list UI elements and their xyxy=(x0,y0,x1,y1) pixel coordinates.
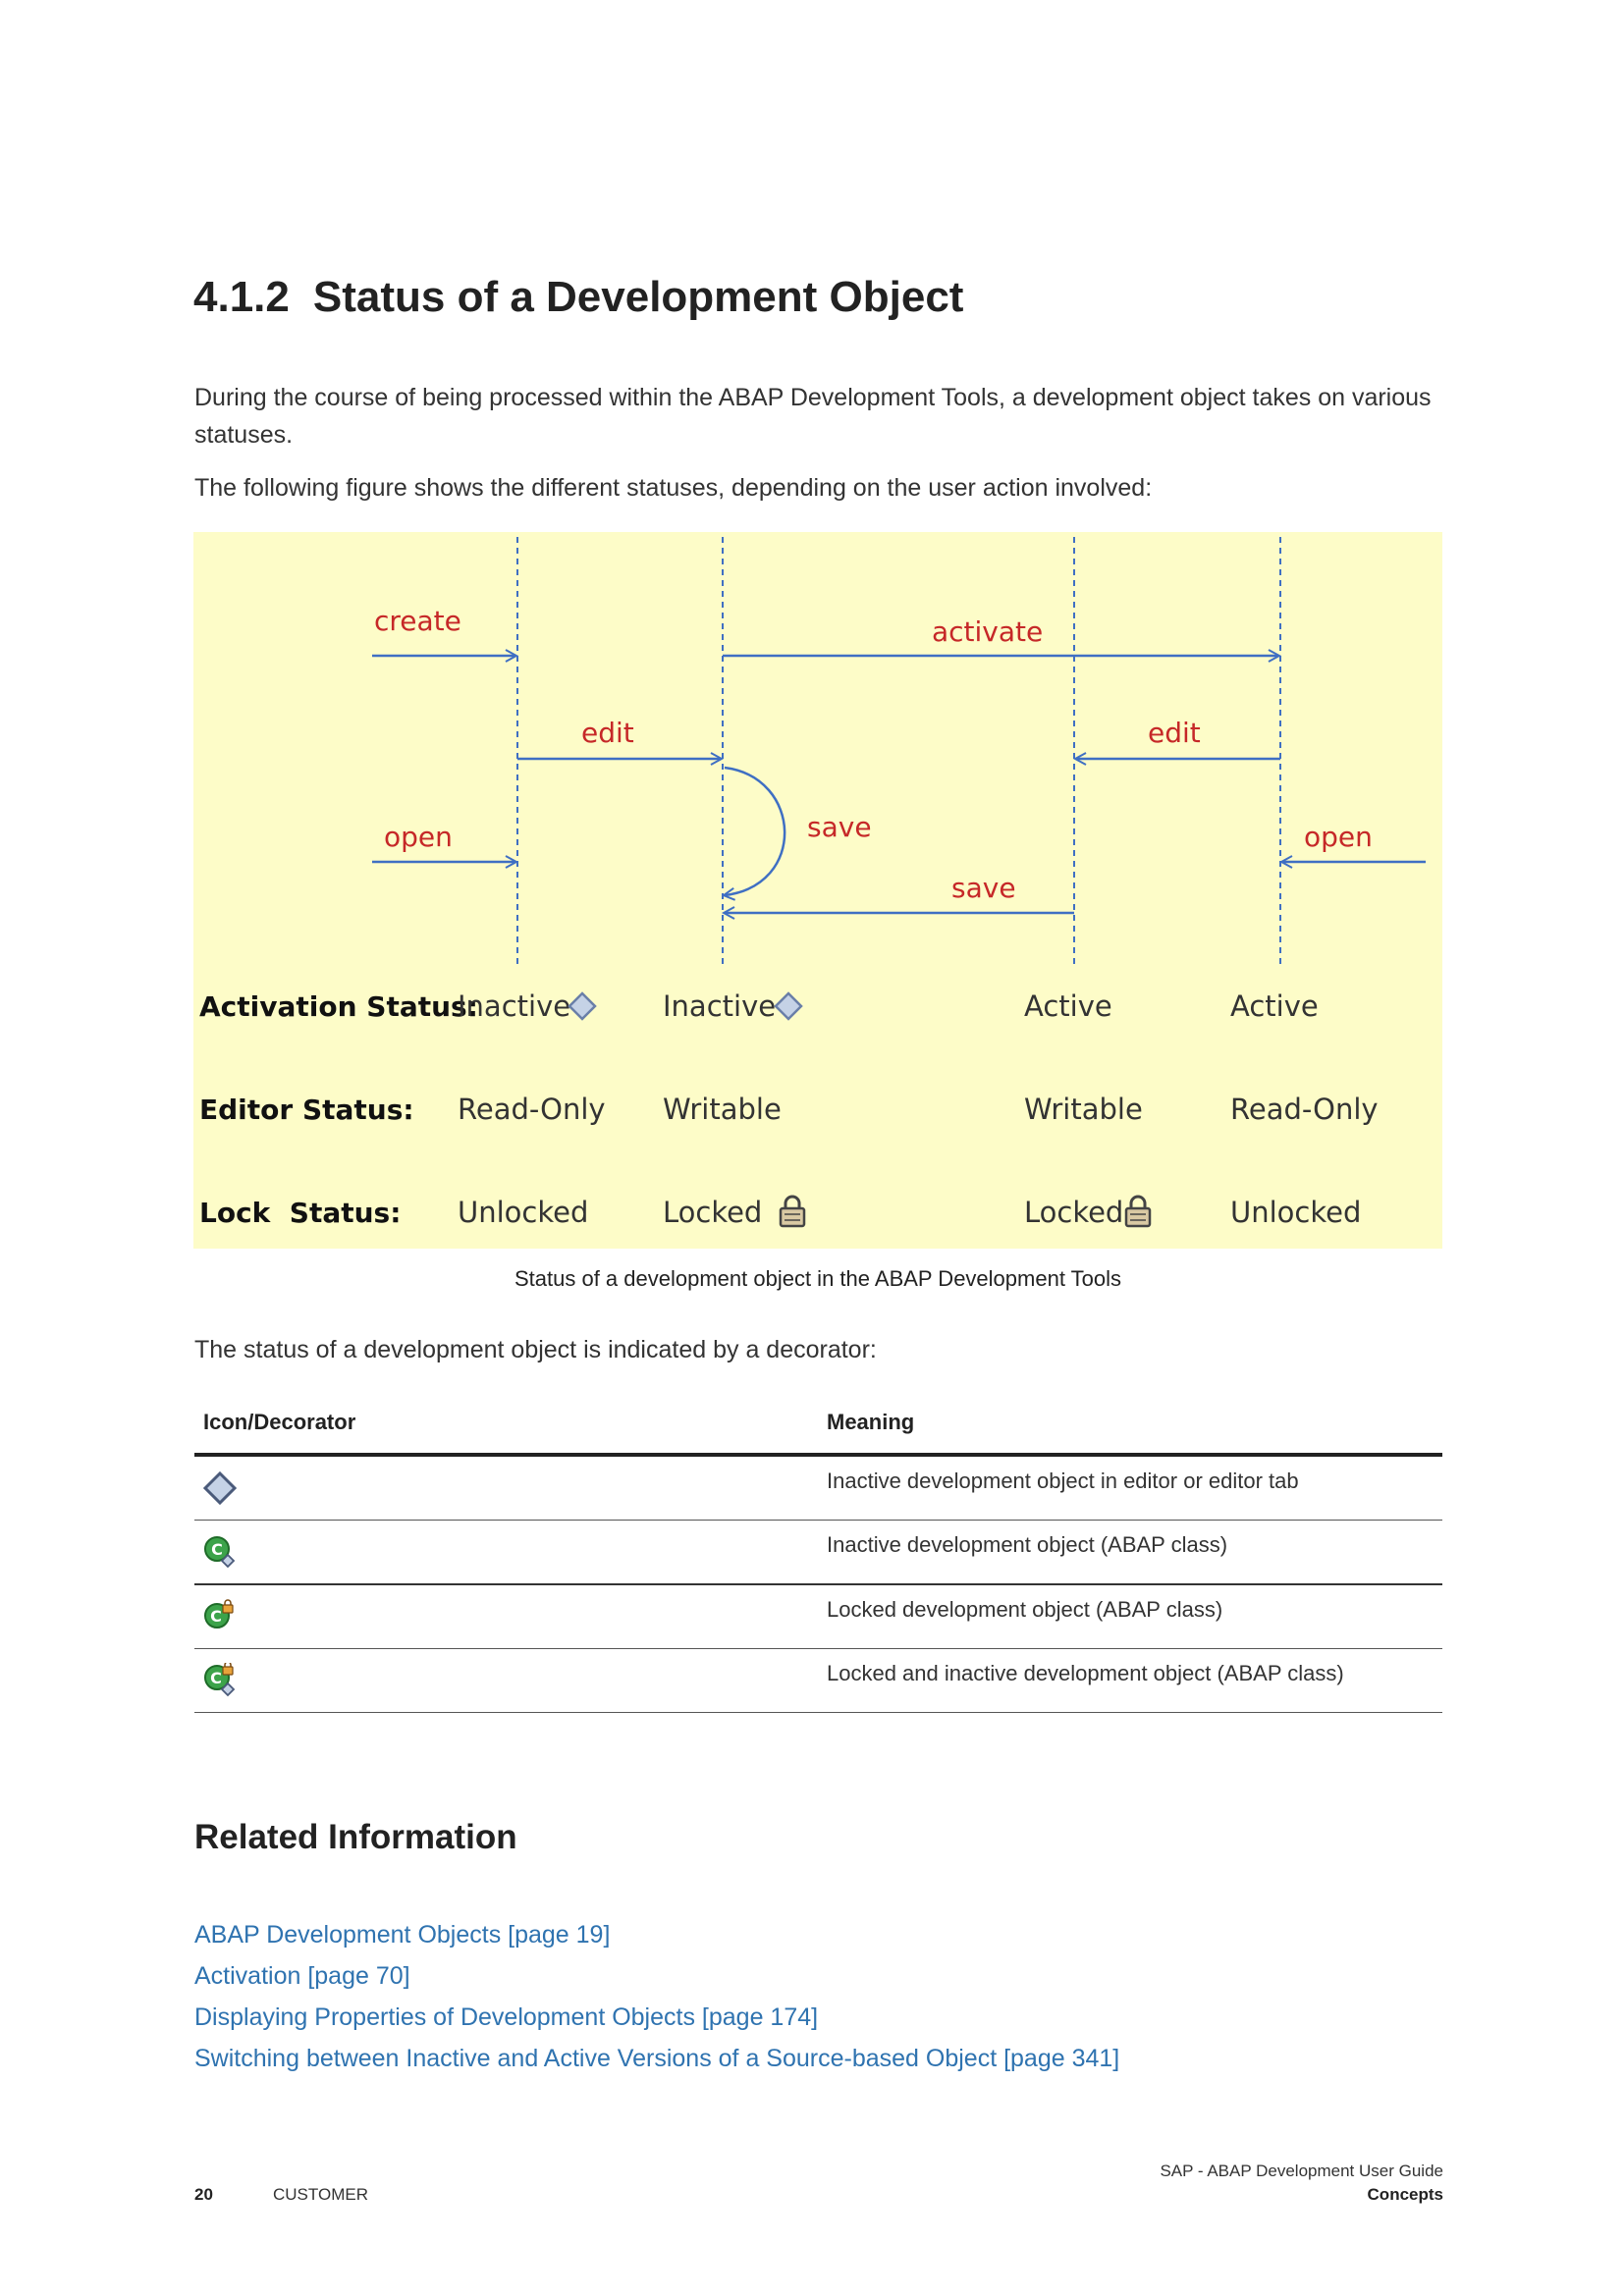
action-activate: activate xyxy=(932,615,1043,648)
section-number: 4.1.2 xyxy=(193,273,290,321)
section-heading: 4.1.2 Status of a Development Object xyxy=(193,273,963,322)
row-meaning: Locked and inactive development object (… xyxy=(827,1661,1344,1685)
column-header-meaning: Meaning xyxy=(827,1410,915,1434)
lock-status-label: Lock Status: xyxy=(199,1197,401,1229)
table-header-row: Icon/Decorator Meaning xyxy=(194,1404,1442,1457)
activation-status-2: Inactive xyxy=(663,989,776,1023)
lock-status-4: Unlocked xyxy=(1230,1196,1361,1229)
inactive-diamond-icon xyxy=(774,991,803,1021)
decorator-intro-paragraph: The status of a development object is in… xyxy=(194,1336,877,1363)
abap-class-inactive-icon: C xyxy=(204,1536,236,1569)
action-save-2: save xyxy=(951,872,1016,904)
action-edit-2: edit xyxy=(1148,717,1201,749)
editor-status-label: Editor Status: xyxy=(199,1094,414,1126)
link-displaying-properties[interactable]: Displaying Properties of Development Obj… xyxy=(194,1997,1119,2038)
action-open-2: open xyxy=(1304,821,1373,853)
classification-label: CUSTOMER xyxy=(273,2185,368,2204)
row-meaning: Inactive development object in editor or… xyxy=(827,1468,1299,1493)
table-row: C Locked development object (ABAP class) xyxy=(194,1585,1442,1649)
link-abap-development-objects[interactable]: ABAP Development Objects [page 19] xyxy=(194,1914,1119,1955)
activation-status-label: Activation Status: xyxy=(199,990,478,1023)
lock-icon xyxy=(779,1195,806,1228)
page-number: 20 xyxy=(194,2185,213,2204)
inactive-diamond-icon xyxy=(568,991,597,1021)
row-meaning: Inactive development object (ABAP class) xyxy=(827,1532,1228,1557)
figure-intro-paragraph: The following figure shows the different… xyxy=(194,474,1153,502)
action-edit-1: edit xyxy=(581,717,634,749)
abap-class-locked-inactive-icon: C xyxy=(204,1663,236,1697)
lock-status-2: Locked xyxy=(663,1196,762,1229)
abap-class-locked-icon: C xyxy=(204,1599,234,1629)
action-open-1: open xyxy=(384,821,453,853)
activation-status-3: Active xyxy=(1024,989,1112,1023)
table-row: C Inactive development object (ABAP clas… xyxy=(194,1521,1442,1585)
activation-status-1: Inactive xyxy=(458,989,570,1023)
section-title: Status of a Development Object xyxy=(312,273,964,321)
document-title: SAP - ABAP Development User Guide xyxy=(1160,2162,1443,2180)
lock-icon xyxy=(1124,1195,1152,1228)
action-create: create xyxy=(374,605,461,637)
status-diagram: create activate edit edit open open save… xyxy=(193,532,1442,1249)
status-diagram-svg: create activate edit edit open open save… xyxy=(199,537,1426,1229)
action-save-1: save xyxy=(807,811,872,843)
editor-status-3: Writable xyxy=(1024,1093,1143,1126)
figure-caption: Status of a development object in the AB… xyxy=(514,1266,1122,1291)
save-loop-arrow xyxy=(725,766,786,895)
decorator-table: Icon/Decorator Meaning Inactive developm… xyxy=(194,1404,1442,1713)
lock-status-3: Locked xyxy=(1024,1196,1123,1229)
column-header-icon: Icon/Decorator xyxy=(203,1410,356,1434)
link-switching-versions[interactable]: Switching between Inactive and Active Ve… xyxy=(194,2038,1119,2079)
related-information-heading: Related Information xyxy=(194,1818,517,1856)
intro-paragraph: During the course of being processed wit… xyxy=(194,384,1432,449)
row-meaning: Locked development object (ABAP class) xyxy=(827,1597,1223,1622)
svg-text:C: C xyxy=(210,1669,222,1687)
editor-status-4: Read-Only xyxy=(1230,1093,1379,1126)
svg-text:C: C xyxy=(210,1607,222,1626)
section-name: Concepts xyxy=(1367,2185,1443,2204)
editor-status-2: Writable xyxy=(663,1093,782,1126)
editor-status-1: Read-Only xyxy=(458,1093,606,1126)
inactive-diamond-icon xyxy=(202,1470,238,1506)
link-activation[interactable]: Activation [page 70] xyxy=(194,1955,1119,1997)
table-row: C Locked and inactive development object… xyxy=(194,1649,1442,1713)
related-links: ABAP Development Objects [page 19] Activ… xyxy=(194,1914,1119,2079)
table-row: Inactive development object in editor or… xyxy=(194,1457,1442,1521)
svg-text:C: C xyxy=(211,1540,223,1559)
activation-status-4: Active xyxy=(1230,989,1319,1023)
lock-status-1: Unlocked xyxy=(458,1196,588,1229)
